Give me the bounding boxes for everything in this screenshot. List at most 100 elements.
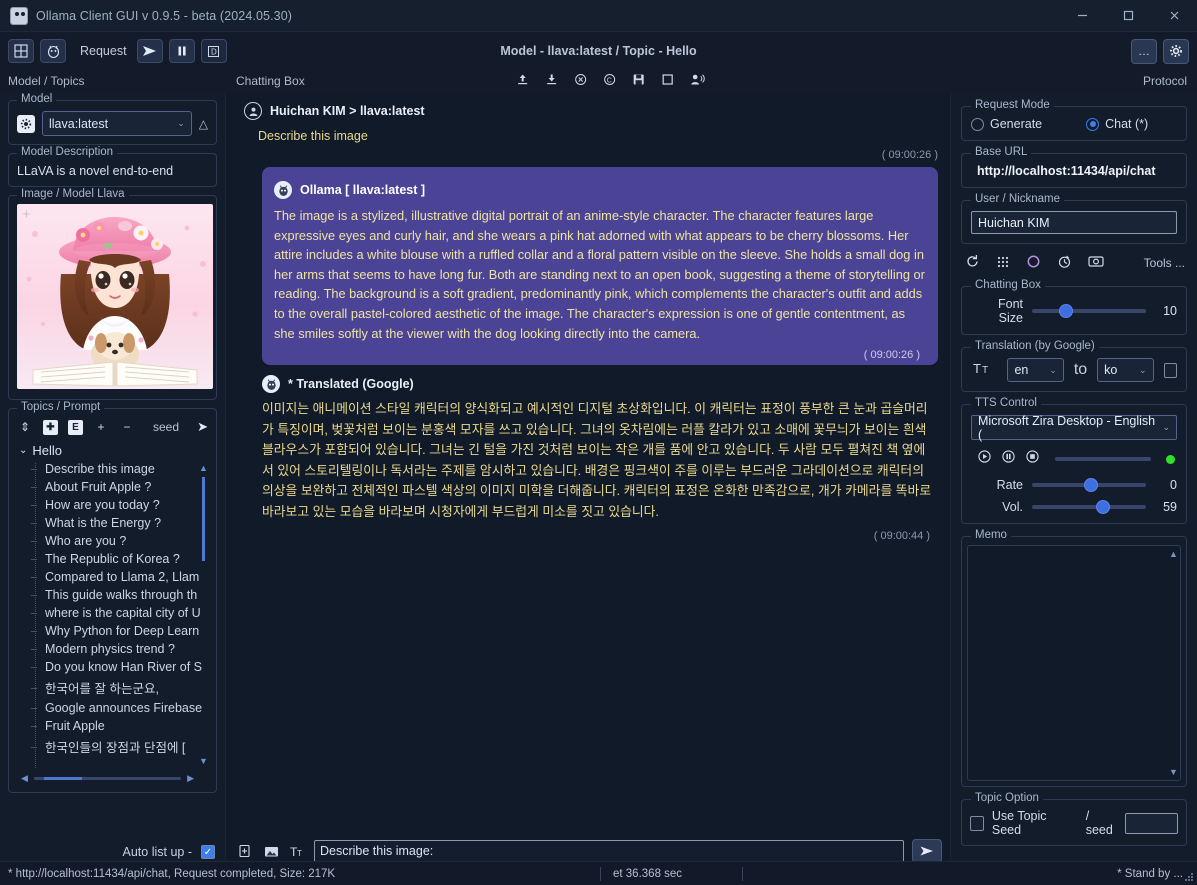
tts-rate-slider[interactable] <box>1032 478 1146 492</box>
font-size-slider[interactable] <box>1032 304 1146 318</box>
use-topic-seed-checkbox[interactable] <box>970 815 984 831</box>
scroll-down-icon[interactable]: ▼ <box>1169 767 1178 777</box>
seed-input[interactable] <box>1124 812 1178 834</box>
scroll-right-icon[interactable]: ▶ <box>187 773 194 784</box>
tools-label[interactable]: Tools ... <box>1144 256 1185 270</box>
topic-item[interactable]: What is the Energy ? <box>15 514 210 532</box>
attach-icon[interactable] <box>236 843 254 859</box>
topic-item[interactable]: This guide walks through th <box>15 586 210 604</box>
chat-transcript[interactable]: Huichan KIM > llava:latest Describe this… <box>236 96 944 827</box>
topic-item[interactable]: Who are you ? <box>15 532 210 550</box>
hscroll-track[interactable] <box>33 776 182 780</box>
minus-icon[interactable]: − <box>119 419 135 435</box>
topic-item[interactable]: Compared to Llama 2, Llam <box>15 568 210 586</box>
add-topic-icon[interactable]: ✚ <box>43 419 58 435</box>
request-pause-button[interactable] <box>168 39 195 63</box>
debug-button[interactable]: D <box>200 39 227 63</box>
close-button[interactable] <box>1151 0 1197 32</box>
radio-chat-label: Chat (*) <box>1105 117 1149 131</box>
hscroll-thumb[interactable] <box>43 776 82 780</box>
grid-view-button[interactable] <box>8 39 34 63</box>
topic-item[interactable]: Google announces Firebase <box>15 699 210 717</box>
radio-chat[interactable]: Chat (*) <box>1086 117 1148 131</box>
sort-icon[interactable]: ⇕ <box>17 419 33 435</box>
download-icon[interactable] <box>545 73 558 89</box>
topics-tree[interactable]: ⌄ Hello Describe this image About Fruit … <box>15 441 210 786</box>
topic-item[interactable]: Why Python for Deep Learn <box>15 622 210 640</box>
speak-icon[interactable] <box>690 73 705 89</box>
refresh-icon[interactable] <box>965 254 980 272</box>
scroll-up-icon[interactable]: ▲ <box>1169 549 1178 559</box>
chevron-down-icon[interactable]: ⌄ <box>19 445 27 456</box>
stop-icon[interactable] <box>1025 449 1040 469</box>
chat-input[interactable]: Describe this image: <box>314 839 904 863</box>
window-icon[interactable] <box>661 73 674 89</box>
model-select[interactable]: llava:latest ⌄ <box>42 111 192 136</box>
tts-volume-value: 59 <box>1163 500 1177 514</box>
monitor-icon[interactable] <box>1088 255 1104 271</box>
translation-enable-checkbox[interactable] <box>1163 362 1177 378</box>
image-add-overlay-icon[interactable]: + <box>22 206 31 223</box>
timer-icon[interactable] <box>1057 254 1072 272</box>
topic-send-icon[interactable]: ➤ <box>197 419 208 435</box>
topic-item[interactable]: The Republic of Korea ? <box>15 550 210 568</box>
auto-list-checkbox[interactable]: ✓ <box>201 845 215 859</box>
radio-generate-icon[interactable] <box>971 117 984 131</box>
radio-generate[interactable]: Generate <box>971 117 1042 131</box>
topic-item[interactable]: Do you know Han River of S <box>15 658 210 676</box>
request-send-button[interactable] <box>136 39 163 63</box>
scroll-up-icon[interactable]: ▲ <box>199 463 208 473</box>
model-image-preview[interactable]: + <box>17 204 213 389</box>
memo-scrollbar[interactable]: ▲ ▼ <box>1169 549 1178 777</box>
upload-icon[interactable] <box>516 73 529 89</box>
topic-item[interactable]: where is the capital city of U <box>15 604 210 622</box>
radio-chat-icon[interactable] <box>1086 117 1100 131</box>
topic-item[interactable]: Fruit Apple <box>15 717 210 735</box>
topics-horizontal-scrollbar[interactable]: ◀ ▶ <box>21 772 194 784</box>
translate-to-select[interactable]: ko ⌄ <box>1097 358 1154 382</box>
image-icon[interactable] <box>262 843 280 859</box>
font-size-icon[interactable]: TT <box>288 843 306 859</box>
pause-icon[interactable] <box>1001 449 1016 469</box>
tts-volume-knob[interactable] <box>1095 500 1110 514</box>
minimize-button[interactable] <box>1059 0 1105 32</box>
user-nickname-input[interactable]: Huichan KIM <box>971 211 1177 234</box>
app-logo-icon <box>10 6 28 25</box>
topic-root[interactable]: ⌄ Hello <box>15 441 210 460</box>
chevron-down-icon: ⌄ <box>1162 422 1170 432</box>
edit-topic-icon[interactable]: E <box>68 419 83 435</box>
memo-textarea[interactable]: ▲ ▼ <box>967 545 1181 781</box>
model-description-title: Model Description <box>17 146 118 158</box>
plus-icon[interactable]: + <box>93 419 109 435</box>
model-refresh-icon[interactable]: △ <box>199 117 208 131</box>
save-icon[interactable] <box>632 73 645 89</box>
copyright-icon[interactable]: C <box>603 73 616 89</box>
tts-volume-slider[interactable] <box>1032 500 1146 514</box>
resize-grip[interactable] <box>1184 872 1194 882</box>
scroll-thumb[interactable] <box>202 477 205 561</box>
translate-from-select[interactable]: en ⌄ <box>1007 358 1064 382</box>
font-size-slider-knob[interactable] <box>1059 304 1074 318</box>
topic-item[interactable]: About Fruit Apple ? <box>15 478 210 496</box>
scroll-down-icon[interactable]: ▼ <box>199 756 208 766</box>
settings-button[interactable] <box>1163 38 1189 64</box>
tts-progress-slider[interactable] <box>1055 457 1151 461</box>
topics-group: Topics / Prompt ⇕ ✚ E + − seed ➤ ⌄ Hello <box>8 401 217 793</box>
topic-item[interactable]: 한국인들의 장점과 단점에 [ <box>15 735 210 758</box>
tts-voice-select[interactable]: Microsoft Zira Desktop - English ( ⌄ <box>971 414 1177 442</box>
topic-item[interactable]: 한국어를 잘 하는군요, <box>15 676 210 699</box>
maximize-button[interactable] <box>1105 0 1151 32</box>
llama-icon[interactable] <box>40 39 66 63</box>
chat-send-button[interactable] <box>912 839 942 863</box>
circle-icon[interactable] <box>1026 254 1041 272</box>
scroll-left-icon[interactable]: ◀ <box>21 773 28 784</box>
play-icon[interactable] <box>977 449 992 469</box>
topic-item[interactable]: How are you today ? <box>15 496 210 514</box>
more-options-button[interactable]: … <box>1131 38 1157 64</box>
topic-item[interactable]: Describe this image <box>15 460 210 478</box>
tts-rate-knob[interactable] <box>1084 478 1099 492</box>
clear-icon[interactable] <box>574 73 587 89</box>
grid-icon[interactable] <box>996 255 1010 272</box>
topic-item[interactable]: Modern physics trend ? <box>15 640 210 658</box>
topics-vertical-scrollbar[interactable]: ▲ ▼ <box>199 463 208 766</box>
